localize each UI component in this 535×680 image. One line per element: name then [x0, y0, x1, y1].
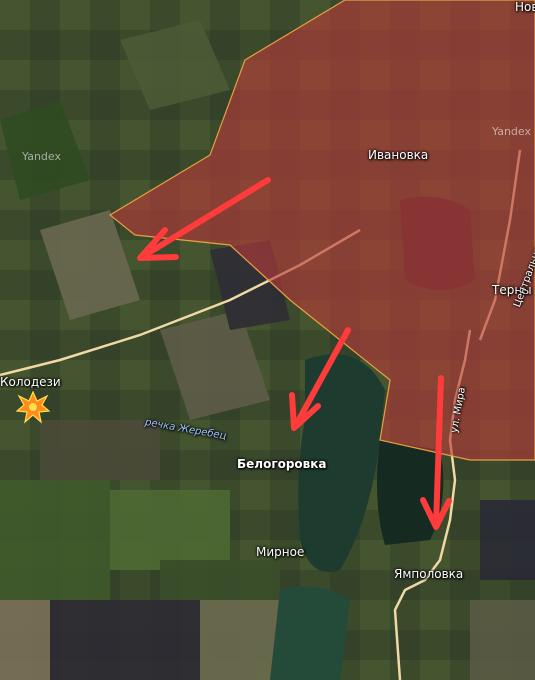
place-nov: Нов — [515, 0, 535, 14]
place-ivanovka: Ивановка — [368, 148, 429, 162]
place-belogorovka: Белогоровка — [237, 457, 327, 471]
reservoir-yampolovka — [376, 440, 444, 545]
place-mirnoe: Мирное — [256, 545, 305, 559]
watermark-left: Yandex — [22, 150, 61, 163]
place-yampolovka: Ямполовка — [394, 567, 464, 581]
satellite-map[interactable]: Ивановка Терны Нов Колодези Белогоровка … — [0, 0, 535, 680]
reservoir-south — [270, 586, 350, 680]
place-kolodezi: Колодези — [0, 375, 61, 389]
watermark-right: Yandex — [492, 125, 531, 138]
